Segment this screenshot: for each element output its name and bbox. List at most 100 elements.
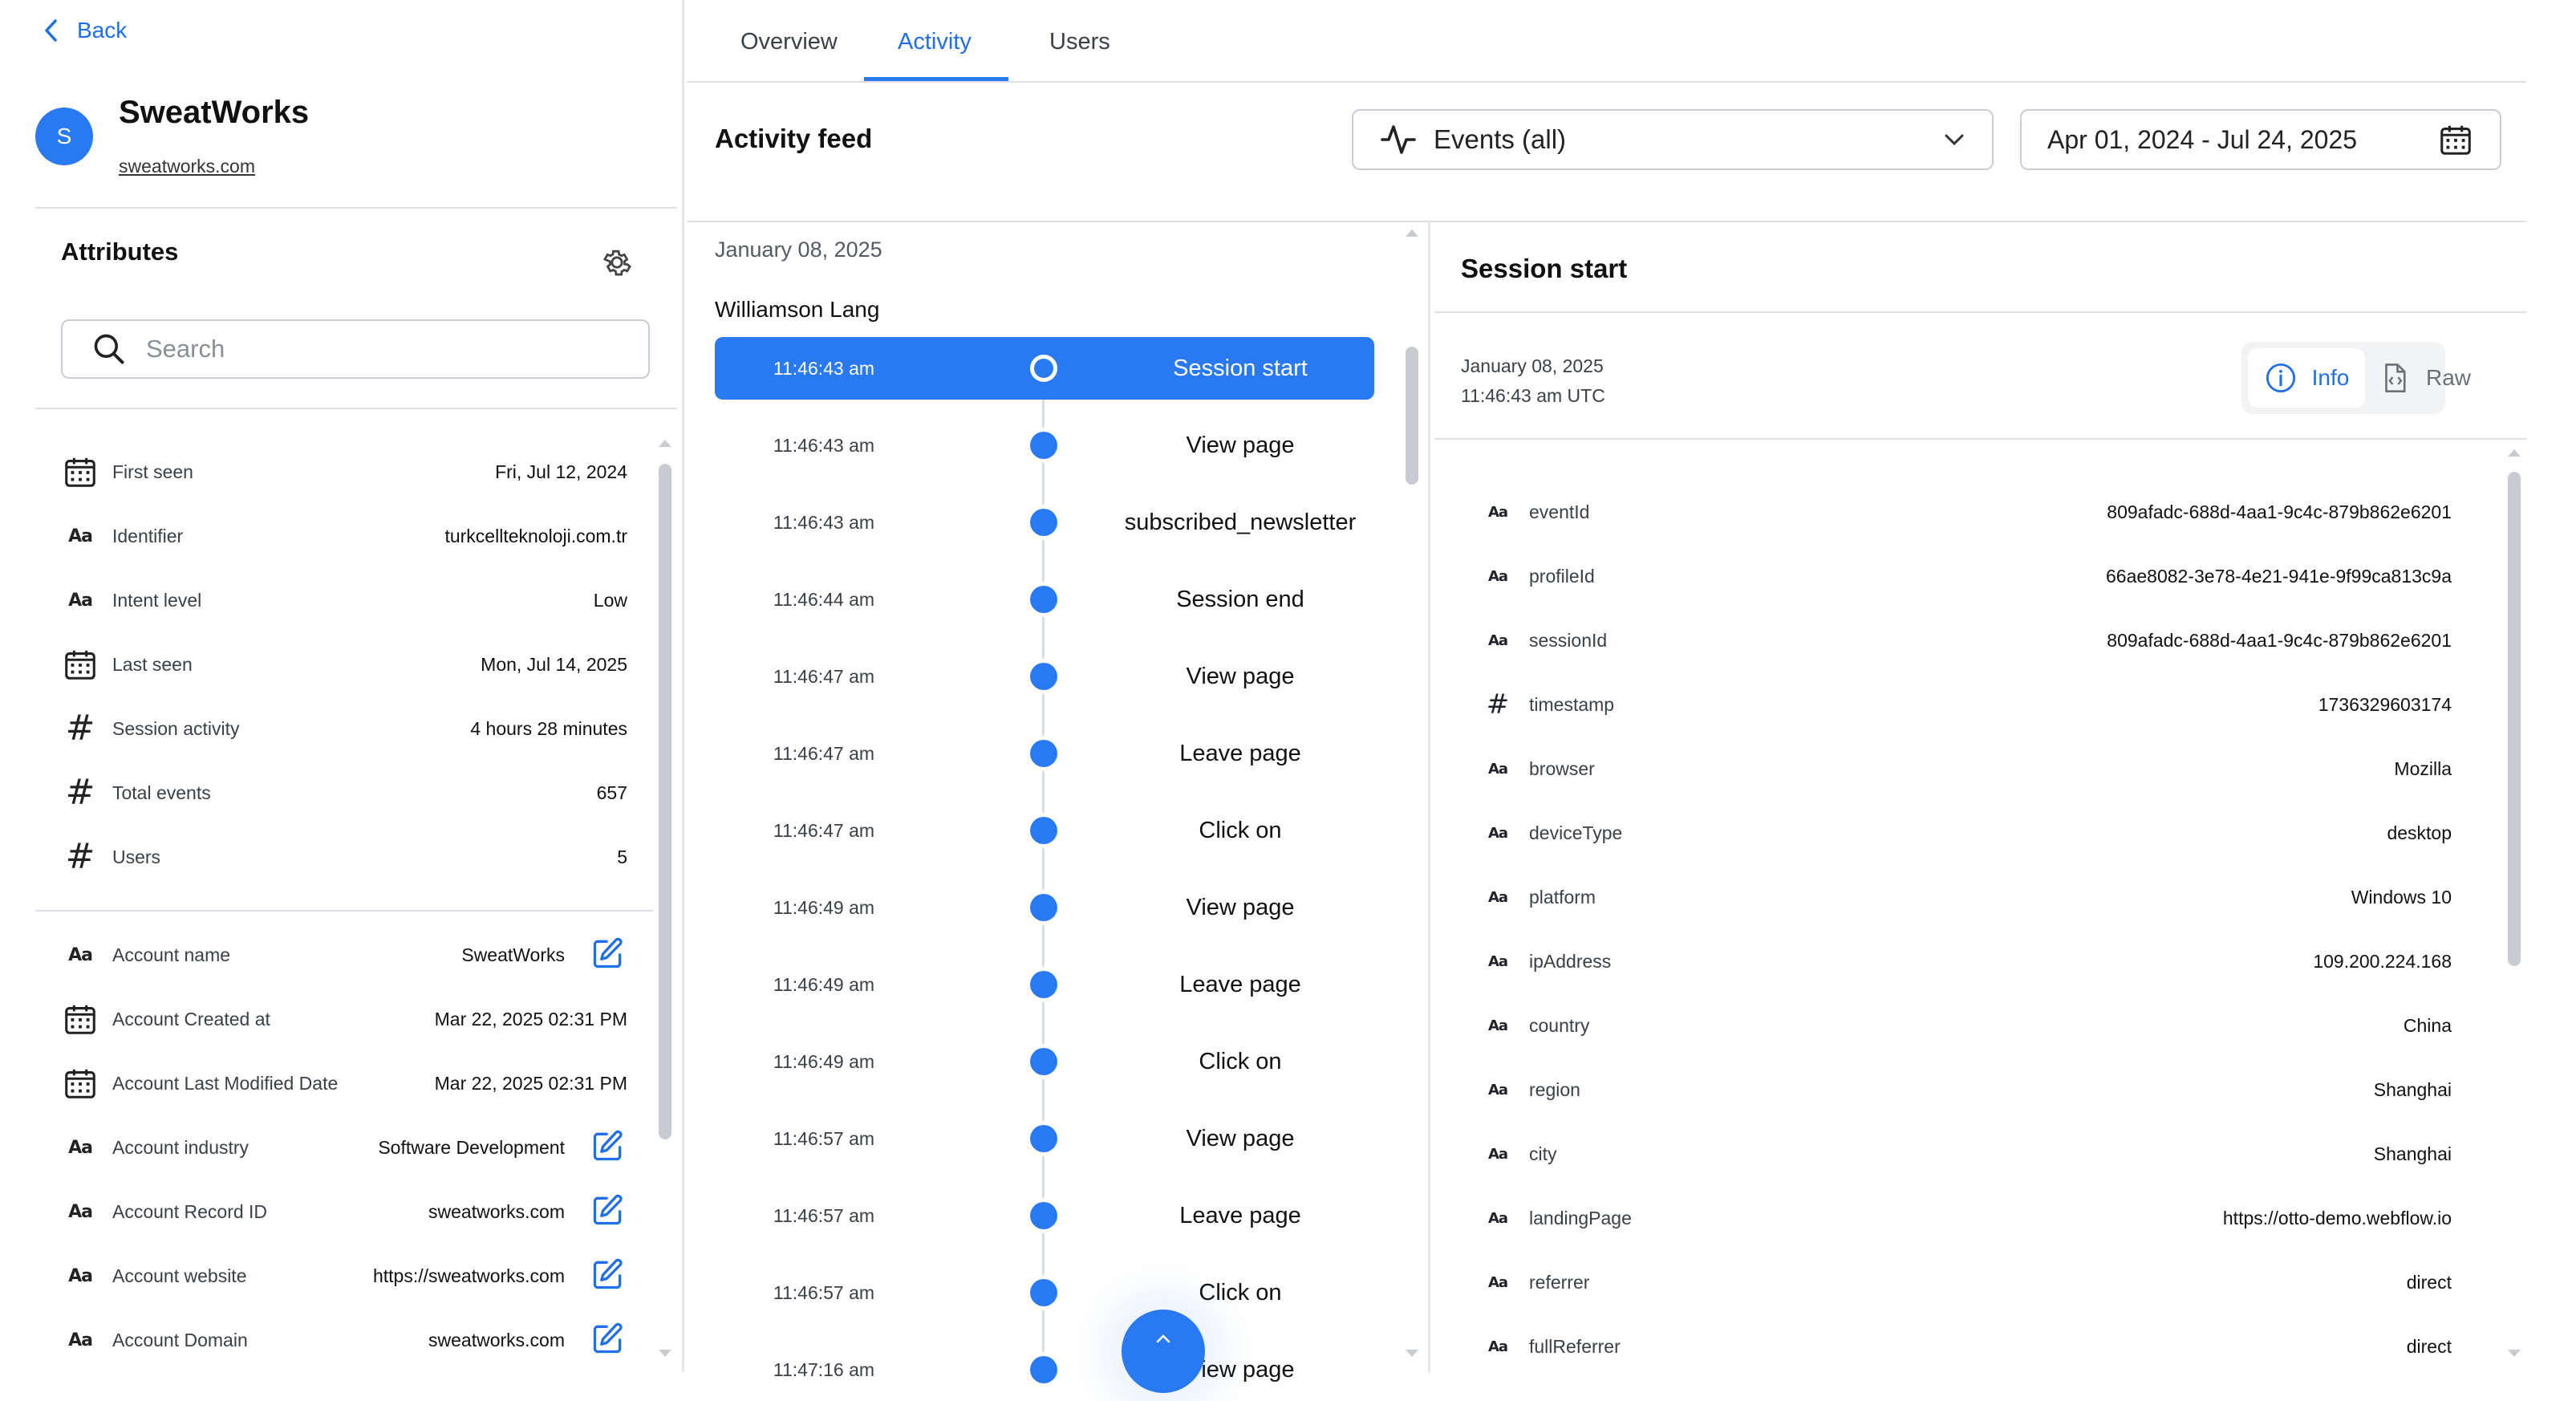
event-row[interactable]: 11:46:43 am Session start: [715, 337, 1374, 400]
event-time: 11:46:49 am: [773, 896, 875, 918]
text-type-icon: Aa: [68, 526, 93, 546]
divider: [1434, 438, 2526, 440]
event-row[interactable]: 11:46:44 am Session end: [715, 568, 1374, 631]
attribute-value: sweatworks.com: [428, 1200, 565, 1222]
text-type-icon: Aa: [1487, 503, 1508, 521]
event-time: 11:46:49 am: [773, 973, 875, 995]
edit-attribute-button[interactable]: [589, 1192, 627, 1231]
info-view-button[interactable]: Info: [2248, 348, 2365, 408]
event-row[interactable]: 11:46:49 am Leave page: [715, 953, 1374, 1016]
event-row[interactable]: 11:47:16 am View page: [715, 1338, 1374, 1401]
property-value: direct: [2406, 1335, 2452, 1357]
attribute-label: Account Record ID: [112, 1200, 268, 1222]
property-value: 66ae8082-3e78-4e21-941e-9f99ca813c9a: [2106, 565, 2452, 587]
text-type-icon: Aa: [1487, 567, 1508, 585]
timeline-dot: [1030, 817, 1057, 844]
date-range-picker[interactable]: Apr 01, 2024 - Jul 24, 2025: [2020, 109, 2501, 170]
event-name: Leave page: [1179, 1202, 1301, 1228]
account-domain-link[interactable]: sweatworks.com: [119, 156, 255, 177]
event-detail-time: 11:46:43 am UTC: [1461, 385, 1605, 406]
event-time: 11:47:16 am: [773, 1358, 875, 1380]
timeline-dot: [1030, 509, 1057, 536]
tab-users[interactable]: Users: [1049, 29, 1110, 55]
event-row[interactable]: 11:46:43 am View page: [715, 414, 1374, 477]
event-row[interactable]: 11:46:57 am Click on: [715, 1261, 1374, 1324]
edit-attribute-button[interactable]: [589, 1321, 627, 1359]
attribute-row: Account Created at Mar 22, 2025 02:31 PM: [61, 995, 627, 1043]
property-row: Aa landingPage https://otto-demo.webflow.i…: [1484, 1194, 2452, 1242]
property-key: platform: [1529, 886, 1596, 908]
scroll-to-top-button[interactable]: [1122, 1310, 1205, 1393]
attribute-row: Aa Identifier turkcellteknoloji.com.tr: [61, 512, 627, 560]
text-type-icon: Aa: [68, 1201, 93, 1222]
properties-scrollbar[interactable]: [2508, 472, 2521, 966]
event-name: View page: [1186, 1125, 1295, 1151]
event-list-scrollbar[interactable]: [1406, 347, 1418, 485]
attribute-label: Account Created at: [112, 1008, 270, 1029]
avatar-letter: S: [56, 124, 72, 148]
scroll-down-arrow[interactable]: [659, 1350, 671, 1357]
attribute-value: 657: [596, 782, 627, 803]
edit-attribute-button[interactable]: [589, 1128, 627, 1167]
calendar-icon: [61, 645, 99, 684]
attribute-value: sweatworks.com: [428, 1329, 565, 1350]
edit-icon: [590, 1321, 626, 1360]
scroll-up-arrow[interactable]: [659, 440, 671, 447]
text-type-icon: Aa: [1487, 1338, 1508, 1355]
property-row: Aa ipAddress 109.200.224.168: [1484, 937, 2452, 985]
scroll-down-arrow[interactable]: [2508, 1350, 2521, 1357]
property-value: Windows 10: [2351, 886, 2452, 908]
text-type-icon: Aa: [1487, 1209, 1508, 1227]
property-key: city: [1529, 1143, 1557, 1164]
text-type-icon: Aa: [68, 1265, 93, 1286]
tab-overview[interactable]: Overview: [740, 29, 838, 55]
event-row[interactable]: 11:46:43 am subscribed_newsletter: [715, 491, 1374, 554]
property-key: timestamp: [1529, 693, 1615, 715]
text-type-icon: Aa: [68, 590, 93, 611]
attribute-row: Aa Intent level Low: [61, 576, 627, 624]
attribute-label: First seen: [112, 461, 193, 482]
scroll-up-arrow[interactable]: [2508, 449, 2521, 457]
number-type-icon: #: [65, 772, 95, 813]
edit-icon: [590, 1192, 626, 1232]
property-value: 809afadc-688d-4aa1-9c4c-879b862e6201: [2107, 501, 2452, 522]
event-row[interactable]: 11:46:49 am Click on: [715, 1030, 1374, 1093]
raw-view-button[interactable]: Raw: [2378, 348, 2471, 408]
activity-feed-title: Activity feed: [715, 124, 873, 153]
attribute-search-field[interactable]: [61, 319, 650, 379]
event-filter-dropdown[interactable]: Events (all): [1352, 109, 1994, 170]
event-row[interactable]: 11:46:57 am Leave page: [715, 1184, 1374, 1247]
attribute-search-input[interactable]: [144, 334, 629, 364]
edit-icon: [590, 1128, 626, 1168]
property-key: region: [1529, 1078, 1580, 1100]
number-type-icon: #: [65, 836, 95, 877]
event-row[interactable]: 11:46:57 am View page: [715, 1107, 1374, 1170]
attribute-row: Aa Account Domain sweatworks.com: [61, 1316, 627, 1364]
event-row[interactable]: 11:46:49 am View page: [715, 876, 1374, 939]
attribute-scrollbar[interactable]: [659, 464, 671, 1139]
timeline-dot: [1030, 355, 1057, 382]
property-key: profileId: [1529, 565, 1595, 587]
event-row[interactable]: 11:46:47 am Click on: [715, 799, 1374, 862]
tab-activity[interactable]: Activity: [898, 29, 972, 55]
calendar-icon: [61, 1064, 99, 1103]
attribute-row: # Session activity 4 hours 28 minutes: [61, 705, 627, 753]
event-row[interactable]: 11:46:47 am Leave page: [715, 722, 1374, 785]
edit-attribute-button[interactable]: [589, 1257, 627, 1295]
property-key: eventId: [1529, 501, 1590, 522]
property-row: Aa profileId 66ae8082-3e78-4e21-941e-9f99c…: [1484, 552, 2452, 600]
event-row[interactable]: 11:46:47 am View page: [715, 645, 1374, 708]
property-value: China: [2403, 1014, 2452, 1036]
event-time: 11:46:43 am: [773, 434, 875, 456]
gear-icon[interactable]: [600, 246, 634, 279]
edit-attribute-button[interactable]: [589, 936, 627, 974]
scroll-down-arrow[interactable]: [1406, 1350, 1418, 1357]
back-button[interactable]: Back: [43, 18, 127, 43]
account-name: SweatWorks: [119, 95, 310, 130]
attribute-value: Low: [593, 589, 627, 611]
attribute-label: Account name: [112, 944, 231, 965]
event-name: View page: [1186, 432, 1295, 458]
scroll-up-arrow[interactable]: [1406, 229, 1418, 237]
event-filter-value: Events (all): [1434, 124, 1567, 154]
timeline-dot: [1030, 1279, 1057, 1306]
